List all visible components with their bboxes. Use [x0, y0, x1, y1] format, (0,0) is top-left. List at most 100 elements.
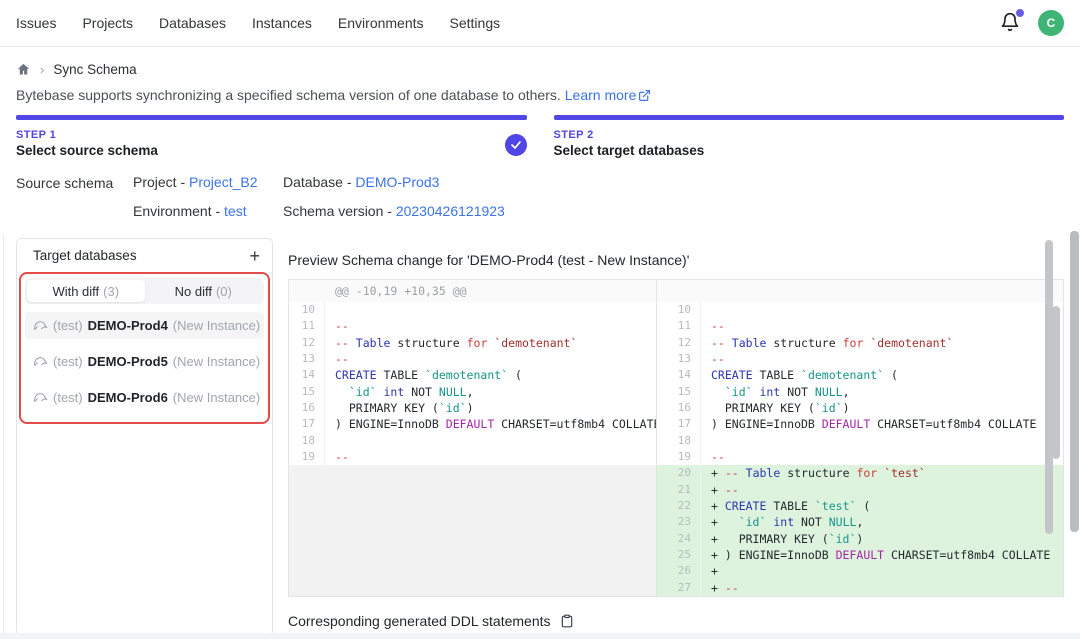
diff-line-13: 13--: [657, 351, 1063, 367]
diff-line-22: 22+ CREATE TABLE `test` (: [657, 498, 1063, 514]
db-instance-suffix: (New Instance): [173, 390, 260, 405]
nav-item-projects[interactable]: Projects: [82, 15, 133, 31]
field-value-link[interactable]: test: [224, 203, 247, 219]
diff-line-14: 14CREATE TABLE `demotenant` (: [657, 367, 1063, 383]
db-instance-suffix: (New Instance): [173, 318, 260, 333]
external-link-icon: [636, 87, 651, 103]
code-text: ) ENGINE=InnoDB DEFAULT CHARSET=utf8mb4 …: [325, 416, 656, 432]
code-text: + CREATE TABLE `test` (: [701, 498, 1063, 514]
diff-line-26: 26+: [657, 563, 1063, 579]
step-1: STEP 1 Select source schema: [16, 115, 527, 158]
nav-item-instances[interactable]: Instances: [252, 15, 312, 31]
nav-item-settings[interactable]: Settings: [450, 15, 501, 31]
line-number: 25: [657, 547, 701, 563]
code-text: + `id` int NOT NULL,: [701, 514, 1063, 530]
diff-line-18: 18: [289, 433, 656, 449]
code-text: `id` int NOT NULL,: [325, 384, 656, 400]
code-text: PRIMARY KEY (`id`): [325, 400, 656, 416]
db-environment: (test): [53, 390, 83, 405]
diff-pane-old: @@ -10,19 +10,35 @@1011--12-- Table stru…: [289, 280, 657, 596]
diff-line-17: 17) ENGINE=InnoDB DEFAULT CHARSET=utf8mb…: [657, 416, 1063, 432]
diff-line-10: 10: [289, 302, 656, 318]
line-number: 15: [657, 384, 701, 400]
field-label: Database -: [283, 174, 355, 190]
tab-count: (3): [103, 284, 119, 299]
code-text: --: [325, 351, 656, 367]
nav-item-databases[interactable]: Databases: [159, 15, 226, 31]
diff-line-14: 14CREATE TABLE `demotenant` (: [289, 367, 656, 383]
db-instance-suffix: (New Instance): [173, 354, 260, 369]
field-value-link[interactable]: 20230426121923: [396, 203, 505, 219]
ddl-statements-title: Corresponding generated DDL statements: [288, 613, 551, 629]
target-database-list: (test)DEMO-Prod4(New Instance)(test)DEMO…: [25, 312, 264, 411]
code-text: --: [325, 449, 656, 465]
line-number: 17: [289, 416, 325, 432]
breadcrumb-page: Sync Schema: [53, 62, 136, 77]
mysql-dolphin-icon: [33, 319, 48, 332]
db-name: DEMO-Prod6: [88, 390, 168, 405]
diff-hunk-header: [657, 280, 1063, 302]
diff-line-24: 24+ PRIMARY KEY (`id`): [657, 531, 1063, 547]
diff-line-20: 20+ -- Table structure for `test`: [657, 465, 1063, 481]
line-number: 13: [289, 351, 325, 367]
line-number: 15: [289, 384, 325, 400]
line-number: 18: [657, 433, 701, 449]
panel-scrollbar[interactable]: [1045, 240, 1053, 534]
tab-with-diff[interactable]: With diff(3): [27, 280, 145, 302]
field-label: Project -: [133, 174, 189, 190]
diff-line-19: 19--: [657, 449, 1063, 465]
source-schema-label: Source schema: [16, 174, 133, 219]
page-scrollbar[interactable]: [1070, 231, 1079, 532]
database-item-demo-prod6[interactable]: (test) DEMO-Prod6 (New Instance): [25, 384, 264, 411]
section-edge: [3, 234, 4, 639]
code-text: [325, 302, 656, 318]
source-field-schema-version: Schema version - 20230426121923: [283, 203, 505, 219]
learn-more-link[interactable]: Learn more: [565, 87, 652, 103]
line-number: 20: [657, 465, 701, 481]
target-databases-title: Target databases: [33, 248, 137, 263]
step-1-progress-bar: [16, 115, 527, 120]
diff-line-23: 23+ `id` int NOT NULL,: [657, 514, 1063, 530]
db-name: DEMO-Prod4: [88, 318, 168, 333]
add-target-database-button[interactable]: +: [249, 247, 260, 265]
step-2-progress-bar: [554, 115, 1065, 120]
code-text: + ) ENGINE=InnoDB DEFAULT CHARSET=utf8mb…: [701, 547, 1063, 563]
line-number: 11: [657, 318, 701, 334]
mysql-dolphin-icon: [33, 355, 48, 368]
step-2: STEP 2 Select target databases: [554, 115, 1065, 158]
code-text: --: [701, 318, 1063, 334]
field-value-link[interactable]: DEMO-Prod3: [355, 174, 439, 190]
nav-item-issues[interactable]: Issues: [16, 15, 56, 31]
db-environment: (test): [53, 318, 83, 333]
code-text: [325, 433, 656, 449]
diff-line-25: 25+ ) ENGINE=InnoDB DEFAULT CHARSET=utf8…: [657, 547, 1063, 563]
step-1-completed-check: [505, 134, 527, 156]
database-item-demo-prod5[interactable]: (test)DEMO-Prod5(New Instance): [25, 348, 264, 375]
source-field-project: Project - Project_B2: [133, 174, 283, 190]
copy-clipboard-icon[interactable]: [560, 613, 574, 629]
diff-scrollbar[interactable]: [1052, 306, 1060, 459]
preview-title: Preview Schema change for 'DEMO-Prod4 (t…: [288, 252, 1064, 268]
avatar[interactable]: C: [1038, 10, 1064, 36]
code-text: + --: [701, 482, 1063, 498]
code-text: -- Table structure for `demotenant`: [701, 335, 1063, 351]
field-label: Schema version -: [283, 203, 396, 219]
step-1-title: Select source schema: [16, 143, 527, 158]
nav-item-environments[interactable]: Environments: [338, 15, 424, 31]
notifications-button[interactable]: [1000, 12, 1022, 34]
tab-no-diff[interactable]: No diff(0): [145, 280, 263, 302]
line-number: 12: [657, 335, 701, 351]
nav-items: Issues Projects Databases Instances Environm…: [16, 15, 500, 31]
diff-empty-filler: [289, 465, 656, 596]
notification-dot: [1016, 9, 1024, 17]
database-item-demo-prod4[interactable]: (test) DEMO-Prod4 (New Instance): [25, 312, 264, 339]
diff-pane-new: 1011--12-- Table structure for `demotena…: [657, 280, 1063, 596]
field-value-link[interactable]: Project_B2: [189, 174, 257, 190]
diff-tabbar: With diff(3)No diff(0): [25, 278, 264, 304]
diff-line-21: 21+ --: [657, 482, 1063, 498]
code-text: ) ENGINE=InnoDB DEFAULT CHARSET=utf8mb4 …: [701, 416, 1063, 432]
top-navigation: Issues Projects Databases Instances Environm…: [0, 0, 1080, 47]
steps-row: STEP 1 Select source schema STEP 2 Selec…: [16, 115, 1064, 158]
home-icon[interactable]: [16, 62, 31, 77]
diff-line-19: 19--: [289, 449, 656, 465]
